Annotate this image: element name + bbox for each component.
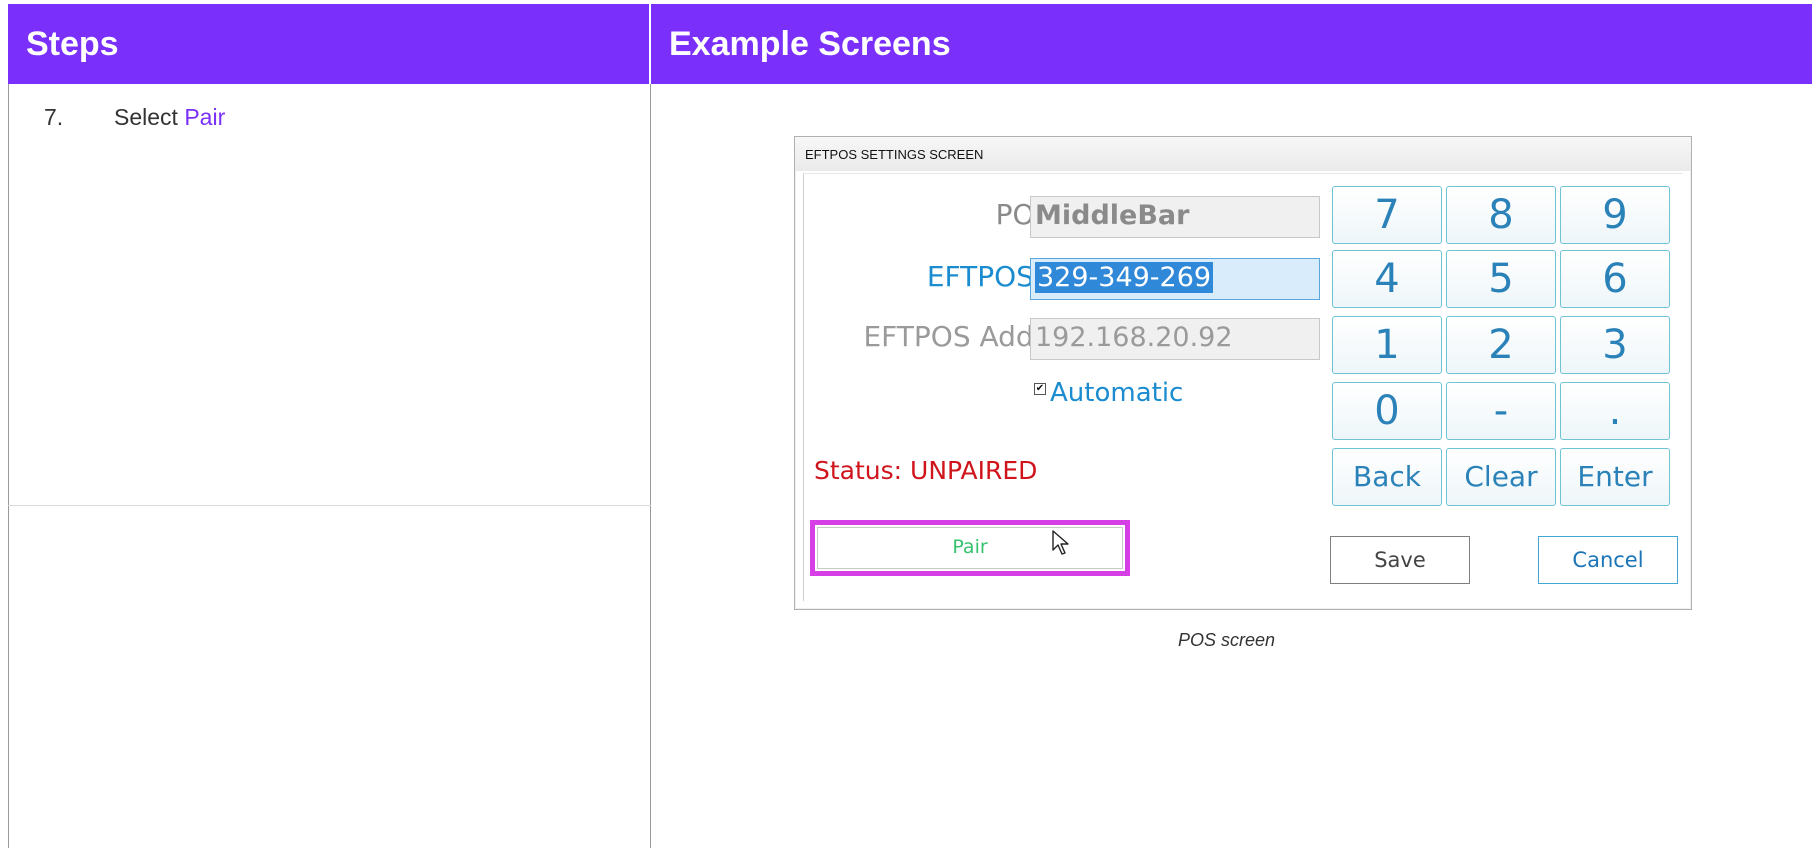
cancel-button[interactable]: Cancel xyxy=(1538,536,1678,584)
pair-button[interactable]: Pair xyxy=(817,527,1123,569)
table-header-row: Steps Example Screens xyxy=(8,4,1812,84)
key-9[interactable]: 9 xyxy=(1560,186,1670,244)
key-2[interactable]: 2 xyxy=(1446,316,1556,374)
key-4[interactable]: 4 xyxy=(1332,250,1442,308)
key-5[interactable]: 5 xyxy=(1446,250,1556,308)
key-1[interactable]: 1 xyxy=(1332,316,1442,374)
key-dash[interactable]: - xyxy=(1446,382,1556,440)
header-divider xyxy=(649,4,651,84)
automatic-checkbox[interactable]: ✔ Automatic xyxy=(1034,378,1183,408)
pairing-status: Status: UNPAIRED xyxy=(814,456,1038,485)
pos-screenshot: EFTPOS SETTINGS SCREEN POS ID MiddleBar … xyxy=(794,136,1692,610)
window-body: POS ID MiddleBar EFTPOS S/N 329-349-269 … xyxy=(803,173,1683,601)
pair-highlight: Pair xyxy=(810,520,1130,576)
step-text: Select xyxy=(114,104,185,130)
step-item: 7. Select Pair xyxy=(44,104,225,131)
key-enter[interactable]: Enter xyxy=(1560,448,1670,506)
mouse-cursor-icon xyxy=(1052,530,1069,555)
step-number: 7. xyxy=(44,104,64,130)
screenshot-caption: POS screen xyxy=(1178,630,1276,650)
automatic-label: Automatic xyxy=(1050,378,1184,408)
key-back[interactable]: Back xyxy=(1332,448,1442,506)
eftpos-sn-value: 329-349-269 xyxy=(1035,262,1214,293)
key-clear[interactable]: Clear xyxy=(1446,448,1556,506)
table-left-border xyxy=(8,84,9,848)
example-screens-header: Example Screens xyxy=(669,25,951,63)
key-6[interactable]: 6 xyxy=(1560,250,1670,308)
window-titlebar: EFTPOS SETTINGS SCREEN xyxy=(795,137,1691,171)
eftpos-address-field[interactable]: 192.168.20.92 xyxy=(1030,318,1320,360)
steps-header: Steps xyxy=(26,25,119,63)
key-8[interactable]: 8 xyxy=(1446,186,1556,244)
key-dot[interactable]: . xyxy=(1560,382,1670,440)
key-0[interactable]: 0 xyxy=(1332,382,1442,440)
pos-id-field[interactable]: MiddleBar xyxy=(1030,196,1320,238)
key-7[interactable]: 7 xyxy=(1332,186,1442,244)
eftpos-sn-field[interactable]: 329-349-269 xyxy=(1030,258,1320,300)
row-divider xyxy=(8,505,651,506)
column-divider xyxy=(650,84,651,848)
window-title: EFTPOS SETTINGS SCREEN xyxy=(805,147,984,162)
step-link-pair[interactable]: Pair xyxy=(184,104,225,130)
save-button[interactable]: Save xyxy=(1330,536,1470,584)
key-3[interactable]: 3 xyxy=(1560,316,1670,374)
checkbox-check-icon: ✔ xyxy=(1034,383,1046,395)
